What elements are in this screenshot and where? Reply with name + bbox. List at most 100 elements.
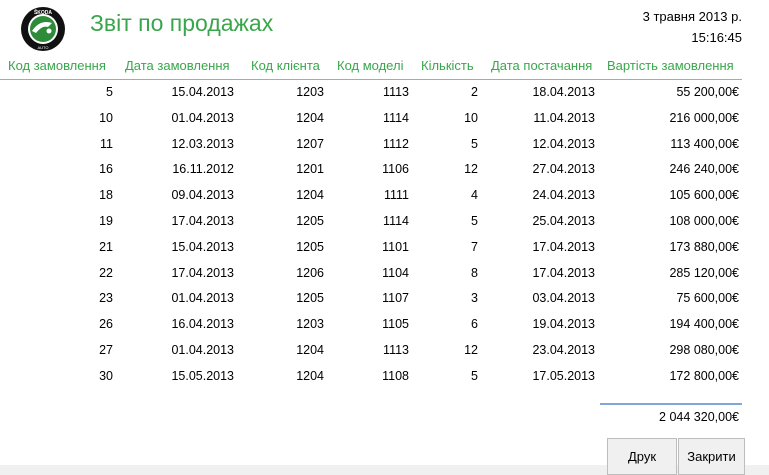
quantity-cell: 4: [471, 188, 478, 203]
close-button[interactable]: Закрити: [678, 438, 745, 475]
client-id-cell: 1205: [296, 291, 324, 306]
table-row: 21 15.04.2013 1205 1101 7 17.04.2013 173 880,0…: [0, 235, 769, 261]
model-id-cell: 1104: [382, 265, 409, 280]
order-cost-cell: 108 000,00€: [669, 213, 739, 228]
table-row: 27 01.04.2013 1204 1113 12 23.04.2013 298 080,…: [0, 338, 769, 364]
order-date-cell: 17.04.2013: [171, 213, 234, 228]
table-row: 10 01.04.2013 1204 1114 10 11.04.2013 216 000,…: [0, 106, 769, 132]
order-date-cell: 12.03.2013: [171, 136, 234, 151]
quantity-cell: 5: [471, 213, 478, 228]
order-date-cell: 16.04.2013: [171, 317, 234, 332]
model-id-cell: 1101: [382, 239, 409, 254]
report-time: 15:16:45: [691, 30, 742, 45]
order-id-cell: 16: [99, 162, 113, 177]
order-cost-cell: 172 800,00€: [669, 368, 739, 383]
order-id-cell: 23: [99, 291, 113, 306]
client-id-cell: 1207: [296, 136, 324, 151]
order-cost-cell: 216 000,00€: [669, 110, 739, 125]
report-title: Звіт по продажах: [90, 10, 274, 36]
order-cost-cell: 173 880,00€: [669, 239, 739, 254]
order-date-cell: 01.04.2013: [171, 342, 234, 357]
order-cost-cell: 194 400,00€: [669, 317, 739, 332]
delivery-date-cell: 17.04.2013: [532, 239, 595, 254]
client-id-cell: 1205: [296, 239, 324, 254]
delivery-date-cell: 17.05.2013: [532, 368, 595, 383]
table-row: 11 12.03.2013 1207 1112 5 12.04.2013 113 400,0…: [0, 132, 769, 158]
model-id-cell: 1112: [383, 136, 409, 151]
order-date-cell: 15.04.2013: [171, 85, 234, 99]
report-table-body: 5 15.04.2013 1203 1113 2 18.04.2013 55 200,00€…: [0, 80, 769, 390]
delivery-date-cell: 12.04.2013: [532, 136, 595, 151]
delivery-date-cell: 03.04.2013: [532, 291, 595, 306]
order-cost-cell: 55 200,00€: [676, 85, 739, 99]
order-date-cell: 15.04.2013: [171, 239, 234, 254]
order-id-cell: 19: [99, 213, 113, 228]
quantity-cell: 2: [471, 85, 478, 99]
order-id-cell: 18: [99, 188, 113, 203]
column-header-model-id: Код моделі: [337, 58, 404, 73]
delivery-date-cell: 24.04.2013: [532, 188, 595, 203]
order-id-cell: 22: [99, 265, 113, 280]
client-id-cell: 1205: [296, 213, 324, 228]
model-id-cell: 1107: [382, 291, 409, 306]
quantity-cell: 12: [464, 162, 478, 177]
delivery-date-cell: 19.04.2013: [532, 317, 595, 332]
model-id-cell: 1108: [382, 368, 409, 383]
table-row: 16 16.11.2012 1201 1106 12 27.04.2013 246 240,…: [0, 157, 769, 183]
delivery-date-cell: 11.04.2013: [533, 110, 595, 125]
table-row: 23 01.04.2013 1205 1107 3 03.04.2013 75 600,00…: [0, 286, 769, 312]
order-id-cell: 10: [99, 110, 113, 125]
quantity-cell: 3: [471, 291, 478, 306]
delivery-date-cell: 23.04.2013: [532, 342, 595, 357]
client-id-cell: 1204: [296, 368, 324, 383]
order-id-cell: 21: [99, 239, 113, 254]
model-id-cell: 1106: [382, 162, 409, 177]
quantity-cell: 5: [471, 368, 478, 383]
sales-report-window: ŠKODA AUTO Звіт по продажах 3 травня 201…: [0, 0, 769, 475]
total-divider: [600, 403, 742, 405]
model-id-cell: 1113: [383, 85, 409, 99]
column-header-order-date: Дата замовлення: [125, 58, 230, 73]
order-date-cell: 17.04.2013: [171, 265, 234, 280]
quantity-cell: 5: [471, 136, 478, 151]
table-row: 26 16.04.2013 1203 1105 6 19.04.2013 194 400,0…: [0, 312, 769, 338]
grand-total: 2 044 320,00€: [659, 410, 739, 424]
order-date-cell: 15.05.2013: [171, 368, 234, 383]
client-id-cell: 1206: [296, 265, 324, 280]
column-header-quantity: Кількість: [421, 58, 474, 73]
order-cost-cell: 75 600,00€: [676, 291, 739, 306]
order-id-cell: 30: [99, 368, 113, 383]
table-row: 5 15.04.2013 1203 1113 2 18.04.2013 55 200,00€: [0, 80, 769, 106]
quantity-cell: 7: [471, 239, 478, 254]
order-id-cell: 27: [99, 342, 113, 357]
model-id-cell: 1111: [383, 188, 409, 203]
delivery-date-cell: 18.04.2013: [532, 85, 595, 99]
client-id-cell: 1201: [296, 162, 324, 177]
client-id-cell: 1204: [296, 342, 324, 357]
order-cost-cell: 105 600,00€: [669, 188, 739, 203]
model-id-cell: 1114: [383, 213, 409, 228]
delivery-date-cell: 25.04.2013: [532, 213, 595, 228]
order-cost-cell: 113 400,00€: [670, 136, 739, 151]
order-date-cell: 09.04.2013: [171, 188, 234, 203]
skoda-logo: ŠKODA AUTO: [18, 5, 68, 53]
order-id-cell: 26: [99, 317, 113, 332]
model-id-cell: 1105: [382, 317, 409, 332]
model-id-cell: 1114: [383, 110, 409, 125]
quantity-cell: 6: [471, 317, 478, 332]
order-date-cell: 16.11.2012: [172, 162, 234, 177]
quantity-cell: 8: [471, 265, 478, 280]
column-header-order-cost: Вартість замовлення: [607, 58, 734, 73]
print-button[interactable]: Друк: [607, 438, 677, 475]
column-header-client-id: Код клієнта: [251, 58, 320, 73]
client-id-cell: 1204: [296, 188, 324, 203]
order-cost-cell: 246 240,00€: [669, 162, 739, 177]
report-date: 3 травня 2013 р.: [642, 9, 742, 24]
order-cost-cell: 298 080,00€: [669, 342, 739, 357]
client-id-cell: 1204: [296, 110, 324, 125]
column-header-delivery-date: Дата постачання: [491, 58, 593, 73]
svg-text:AUTO: AUTO: [37, 45, 48, 50]
svg-text:ŠKODA: ŠKODA: [34, 8, 52, 16]
order-id-cell: 5: [106, 85, 113, 99]
client-id-cell: 1203: [296, 317, 324, 332]
